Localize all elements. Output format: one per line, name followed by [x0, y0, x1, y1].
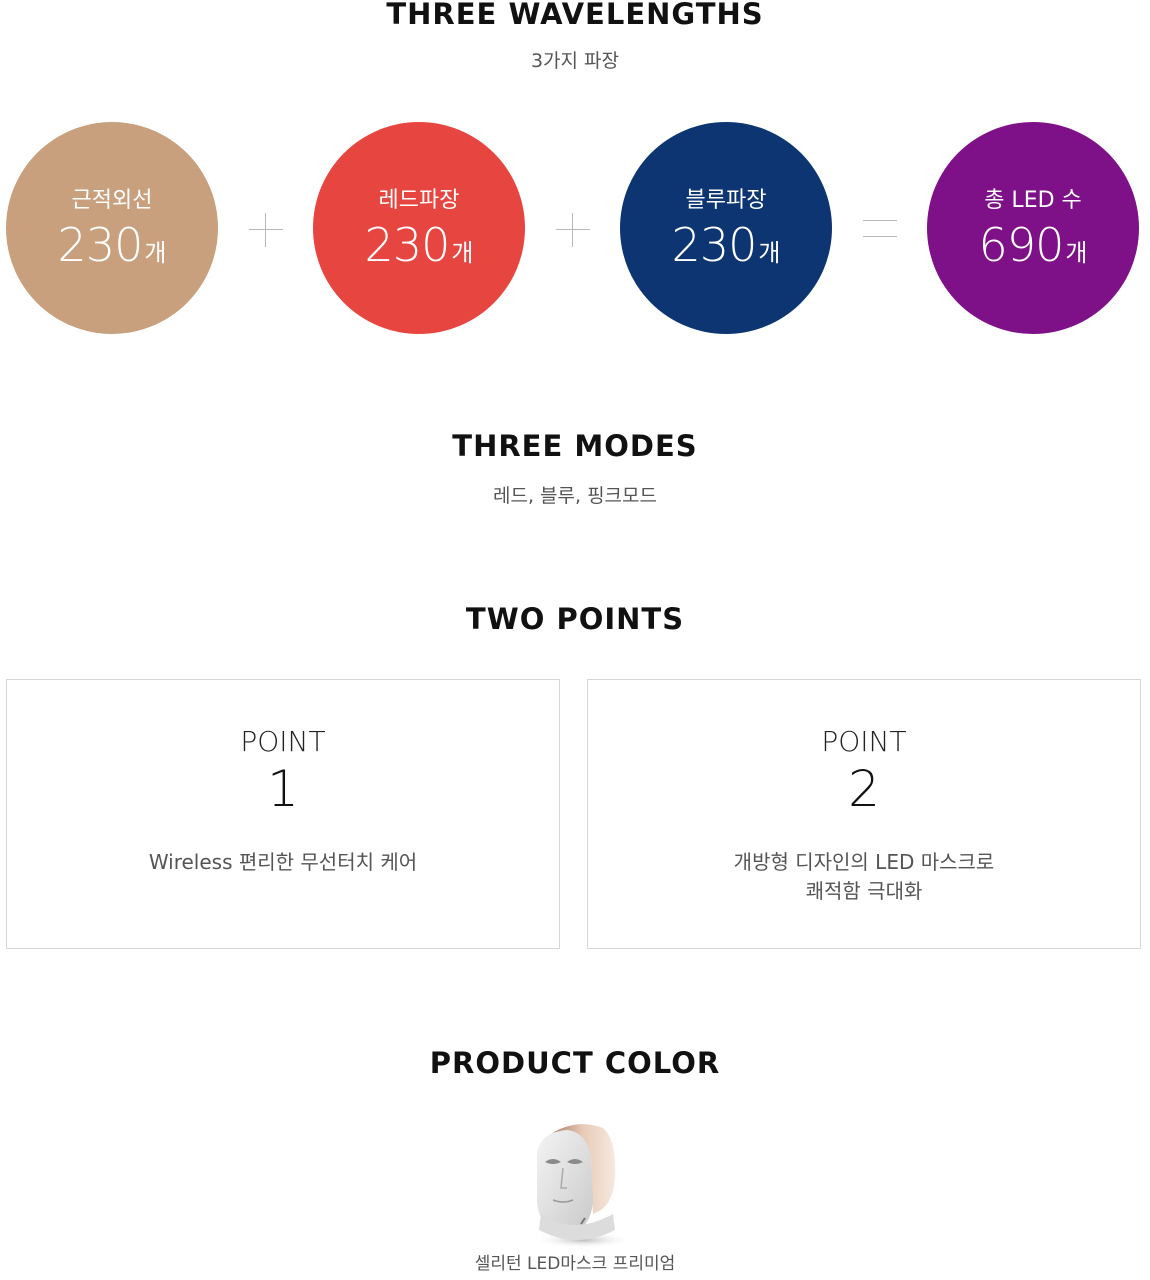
wavelength-count-number: 230	[671, 218, 758, 272]
wavelength-count-unit: 개	[758, 239, 781, 267]
wavelength-count-unit: 개	[1065, 239, 1088, 267]
wavelength-circle-total: 총 LED 수 690개	[927, 122, 1139, 334]
wavelength-circle-red: 레드파장 230개	[313, 122, 525, 334]
product-color-title: PRODUCT COLOR	[429, 1046, 721, 1080]
wavelength-count-unit: 개	[144, 239, 167, 267]
wavelength-label: 총 LED 수	[984, 188, 1082, 213]
wavelength-circle-blue: 블루파장 230개	[620, 122, 832, 334]
wavelength-label: 블루파장	[685, 188, 767, 213]
wavelength-count-number: 690	[978, 218, 1065, 272]
wavelengths-title: THREE WAVELENGTHS	[386, 0, 764, 31]
modes-subtitle: 레드, 블루, 핑크모드	[493, 485, 657, 507]
point-number: 2	[848, 760, 880, 818]
wavelength-label: 근적외선	[71, 188, 153, 213]
wavelength-circle-near-infrared: 근적외선 230개	[6, 122, 218, 334]
point-description: 개방형 디자인의 LED 마스크로 쾌적함 극대화	[733, 850, 995, 903]
wavelength-label: 레드파장	[378, 188, 460, 213]
plus-icon	[247, 208, 287, 248]
plus-icon	[554, 208, 594, 248]
points-title: TWO POINTS	[465, 602, 685, 636]
product-name: 셀리턴 LED마스크 프리미엄	[474, 1254, 676, 1274]
point-number: 1	[267, 760, 299, 818]
point-label: POINT	[821, 725, 907, 758]
point-label: POINT	[240, 725, 326, 758]
wavelength-count: 230개	[313, 222, 525, 268]
led-mask-image[interactable]	[521, 1118, 641, 1252]
point-card-2: POINT 2 개방형 디자인의 LED 마스크로 쾌적함 극대화	[587, 679, 1141, 949]
modes-title: THREE MODES	[452, 429, 698, 463]
point-card-1: POINT 1 Wireless 편리한 무선터치 케어	[6, 679, 560, 949]
wavelengths-subtitle: 3가지 파장	[530, 50, 620, 72]
wavelength-count-number: 230	[364, 218, 451, 272]
point-description: Wireless 편리한 무선터치 케어	[148, 850, 418, 874]
wavelength-count: 230개	[6, 222, 218, 268]
wavelength-count: 690개	[927, 222, 1139, 268]
wavelength-count: 230개	[620, 222, 832, 268]
wavelength-count-unit: 개	[451, 239, 474, 267]
wavelength-count-number: 230	[57, 218, 144, 272]
equals-icon	[861, 208, 901, 248]
